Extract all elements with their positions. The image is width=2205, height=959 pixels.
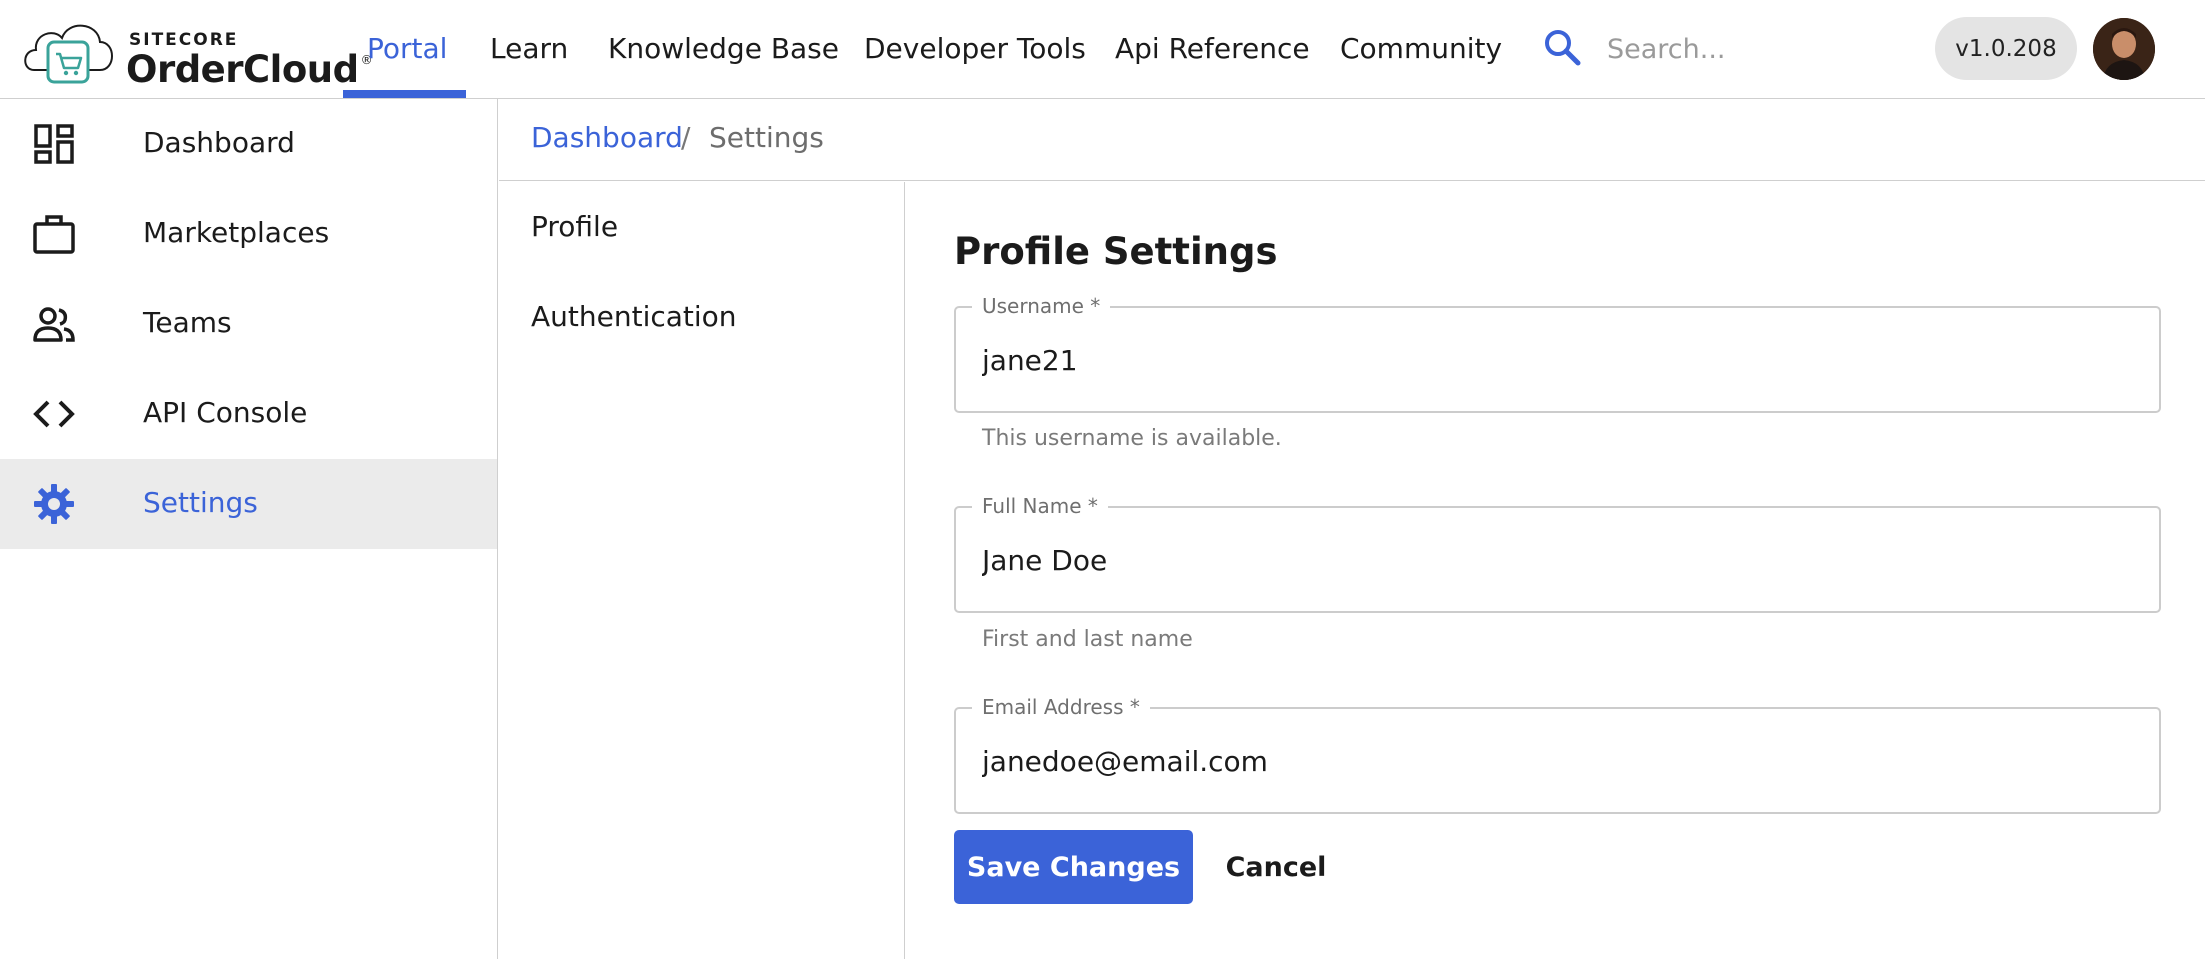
version-badge: v1.0.208 xyxy=(1935,17,2077,80)
fullname-field: Full Name * xyxy=(954,494,2161,613)
breadcrumb: Dashboard / Settings xyxy=(499,99,2205,181)
ordercloud-logo[interactable]: SITECORE OrderCloud ® xyxy=(20,12,373,91)
sidebar-item-api-console[interactable]: API Console xyxy=(0,369,497,459)
people-icon xyxy=(33,307,75,342)
logo-ordercloud-text: OrderCloud ® xyxy=(126,48,373,91)
user-avatar[interactable] xyxy=(2093,18,2155,80)
email-field: Email Address * xyxy=(954,695,2161,814)
fullname-input[interactable] xyxy=(982,538,2132,582)
active-tab-indicator xyxy=(343,90,466,98)
sidebar-item-dashboard[interactable]: Dashboard xyxy=(0,99,497,189)
sidebar-item-label: Settings xyxy=(143,486,258,519)
subnav-item-profile[interactable]: Profile xyxy=(531,210,618,243)
avatar-portrait-icon xyxy=(2093,18,2155,80)
sidebar-item-teams[interactable]: Teams xyxy=(0,279,497,369)
cloud-cart-logo-icon xyxy=(24,24,113,84)
profile-settings-panel: Profile Settings Username * This usernam… xyxy=(906,182,2205,959)
nav-portal[interactable]: Portal xyxy=(367,32,447,65)
sidebar-item-settings[interactable]: Settings xyxy=(0,459,497,549)
username-field: Username * xyxy=(954,294,2161,413)
briefcase-icon xyxy=(33,215,75,254)
username-label: Username * xyxy=(972,294,1111,318)
nav-learn[interactable]: Learn xyxy=(490,32,568,65)
email-input[interactable] xyxy=(982,739,2132,783)
save-changes-button[interactable]: Save Changes xyxy=(954,830,1193,904)
gear-icon xyxy=(34,484,74,524)
cancel-button[interactable]: Cancel xyxy=(1211,830,1341,904)
username-input[interactable] xyxy=(982,338,2132,382)
sidebar-item-label: Teams xyxy=(143,306,232,339)
breadcrumb-current: Settings xyxy=(709,121,824,154)
settings-subnav: Profile Authentication xyxy=(499,182,905,959)
search-input[interactable] xyxy=(1605,26,1865,72)
sidebar-item-label: Marketplaces xyxy=(143,216,330,249)
nav-knowledge-base[interactable]: Knowledge Base xyxy=(608,32,839,65)
sidebar-item-label: API Console xyxy=(143,396,308,429)
breadcrumb-dashboard-link[interactable]: Dashboard xyxy=(531,121,683,154)
top-navigation-bar: SITECORE OrderCloud ® Portal Learn Knowle… xyxy=(0,0,2205,99)
fullname-label: Full Name * xyxy=(972,494,1108,518)
code-icon xyxy=(33,400,75,428)
sidebar: Dashboard Marketplaces Teams API Console xyxy=(0,99,498,959)
sidebar-item-label: Dashboard xyxy=(143,126,295,159)
search-icon[interactable] xyxy=(1543,28,1583,68)
page-title: Profile Settings xyxy=(954,230,1278,273)
sidebar-item-marketplaces[interactable]: Marketplaces xyxy=(0,189,497,279)
breadcrumb-separator: / xyxy=(681,121,691,154)
fullname-helper-text: First and last name xyxy=(982,627,1193,652)
dashboard-icon xyxy=(34,124,74,164)
username-helper-text: This username is available. xyxy=(982,426,1282,451)
logo-sitecore-text: SITECORE xyxy=(129,30,239,50)
nav-community[interactable]: Community xyxy=(1340,32,1502,65)
subnav-item-authentication[interactable]: Authentication xyxy=(531,300,737,333)
nav-developer-tools[interactable]: Developer Tools xyxy=(864,32,1086,65)
email-label: Email Address * xyxy=(972,695,1150,719)
nav-api-reference[interactable]: Api Reference xyxy=(1115,32,1310,65)
logo-ordercloud-word: OrderCloud xyxy=(126,48,359,91)
